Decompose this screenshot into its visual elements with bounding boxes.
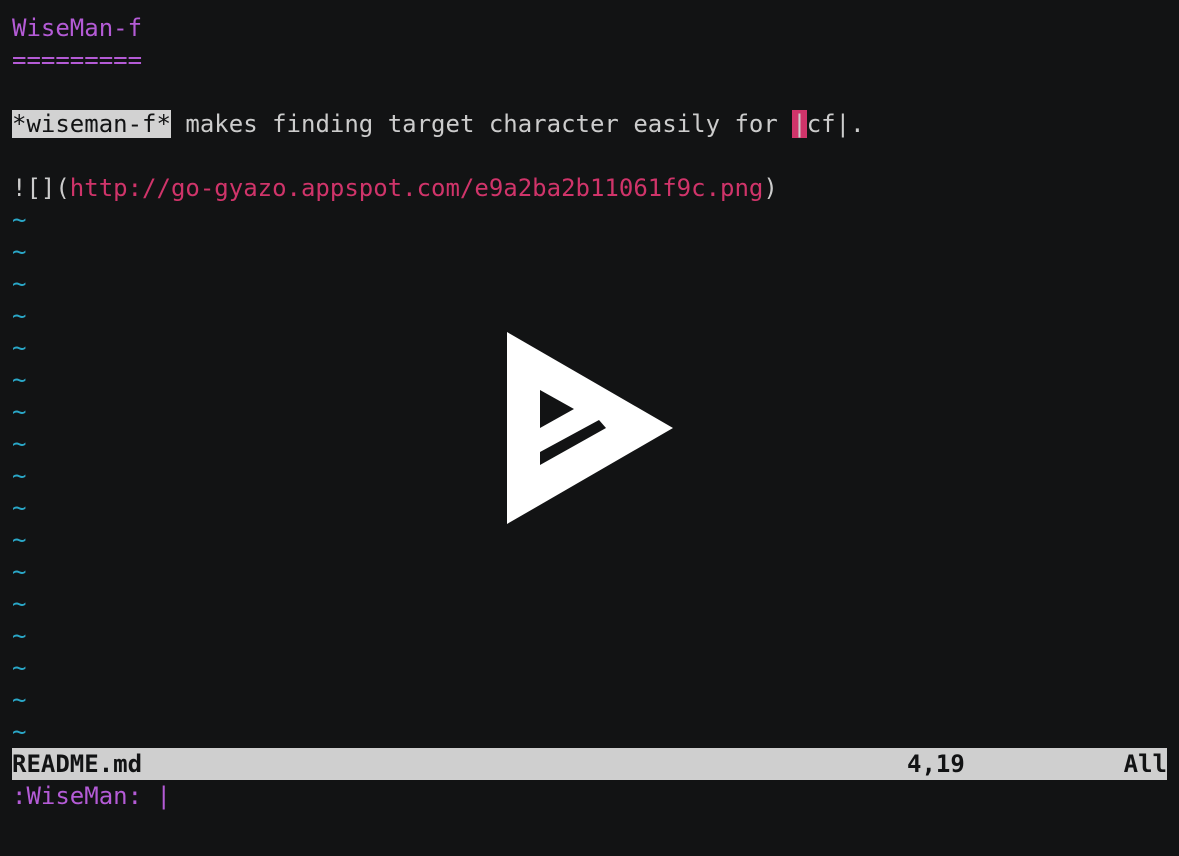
text-cursor: | xyxy=(792,110,807,138)
empty-line-marker: ~ xyxy=(12,718,27,746)
image-link-suffix: ) xyxy=(763,174,778,202)
image-url-link[interactable]: http://go-gyazo.appspot.com/e9a2ba2b1106… xyxy=(70,174,764,202)
status-scroll-percent: All xyxy=(1123,750,1167,778)
empty-line-marker: ~ xyxy=(12,686,27,714)
image-link-prefix: ![]( xyxy=(12,174,70,202)
empty-line-marker: ~ xyxy=(12,622,27,650)
empty-line-marker: ~ xyxy=(12,590,27,618)
command-line[interactable]: :WiseMan: | xyxy=(12,780,1167,812)
empty-line-marker: ~ xyxy=(12,302,27,330)
empty-line-marker: ~ xyxy=(12,238,27,266)
empty-line-marker: ~ xyxy=(12,270,27,298)
status-filename: README.md xyxy=(12,750,143,778)
empty-line-marker: ~ xyxy=(12,558,27,586)
empty-line-marker: ~ xyxy=(12,526,27,554)
description-tail: cf|. xyxy=(806,110,865,138)
markdown-heading: WiseMan-f xyxy=(12,14,143,42)
status-cursor-position: 4,19 xyxy=(907,750,965,778)
description-line: *wiseman-f* makes finding target charact… xyxy=(12,108,1167,140)
image-link-line: ![](http://go-gyazo.appspot.com/e9a2ba2b… xyxy=(12,172,1167,204)
asciinema-play-icon[interactable] xyxy=(507,332,673,524)
highlighted-tag: *wiseman-f* xyxy=(12,110,171,138)
status-line: README.md 4,19 All xyxy=(12,748,1167,780)
empty-line-marker: ~ xyxy=(12,654,27,682)
description-text: makes finding target character easily fo… xyxy=(170,110,793,138)
heading-underline: ========= xyxy=(12,46,143,74)
empty-line-marker: ~ xyxy=(12,206,27,234)
